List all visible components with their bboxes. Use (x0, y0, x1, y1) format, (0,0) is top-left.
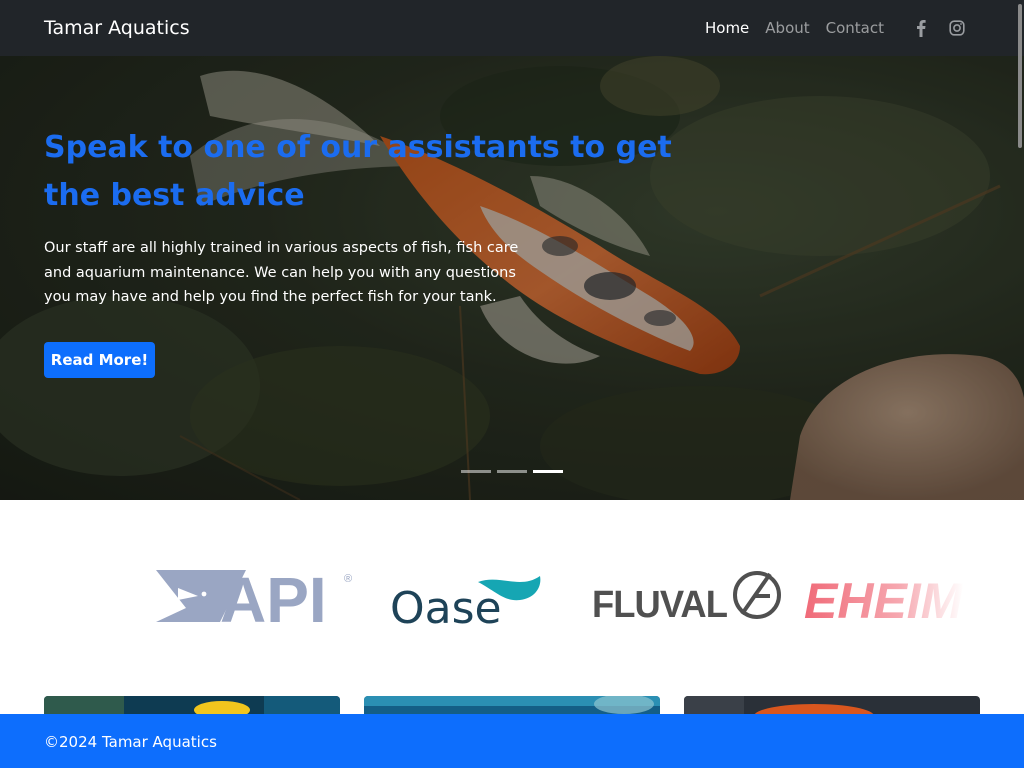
hero-title: Speak to one of our assistants to get th… (44, 130, 672, 213)
nav-link-about[interactable]: About (765, 18, 809, 38)
carousel-indicator-2[interactable] (497, 470, 527, 473)
carousel-indicator-3[interactable] (533, 470, 563, 473)
read-more-button[interactable]: Read More! (44, 342, 155, 378)
footer: ©2024 Tamar Aquatics (0, 714, 1024, 768)
facebook-icon[interactable] (912, 18, 930, 38)
oase-logo-text: Oase (390, 583, 502, 632)
navbar: Tamar Aquatics Home About Contact (0, 0, 1024, 56)
nav-link-contact[interactable]: Contact (826, 18, 884, 38)
instagram-icon[interactable] (948, 18, 966, 38)
api-logo-text: API (220, 564, 327, 632)
scrollbar-thumb[interactable] (1018, 4, 1022, 148)
fluval-logo-text: FLUVAL (592, 584, 728, 626)
carousel-indicators (461, 470, 563, 473)
eheim-logo-text: EHEIM (804, 573, 964, 629)
brand-link[interactable]: Tamar Aquatics (44, 16, 190, 40)
nav-link-home[interactable]: Home (705, 18, 749, 38)
brand-logos-strip: API ® Oase FLUVAL EHEIM (150, 560, 980, 632)
carousel-indicator-1[interactable] (461, 470, 491, 473)
api-logo: API ® (156, 560, 356, 632)
eheim-logo: EHEIM (804, 560, 980, 632)
api-logo-mark: ® (344, 573, 352, 585)
footer-copyright: ©2024 Tamar Aquatics (44, 733, 217, 751)
page-scrollbar[interactable] (1016, 0, 1024, 768)
nav-links: Home About Contact (705, 18, 884, 38)
social-links (912, 18, 966, 38)
hero-carousel: Speak to one of our assistants to get th… (0, 56, 1024, 500)
hero-description: Our staff are all highly trained in vari… (44, 240, 519, 305)
fluval-logo: FLUVAL (592, 560, 787, 632)
oase-logo: Oase (390, 560, 560, 632)
